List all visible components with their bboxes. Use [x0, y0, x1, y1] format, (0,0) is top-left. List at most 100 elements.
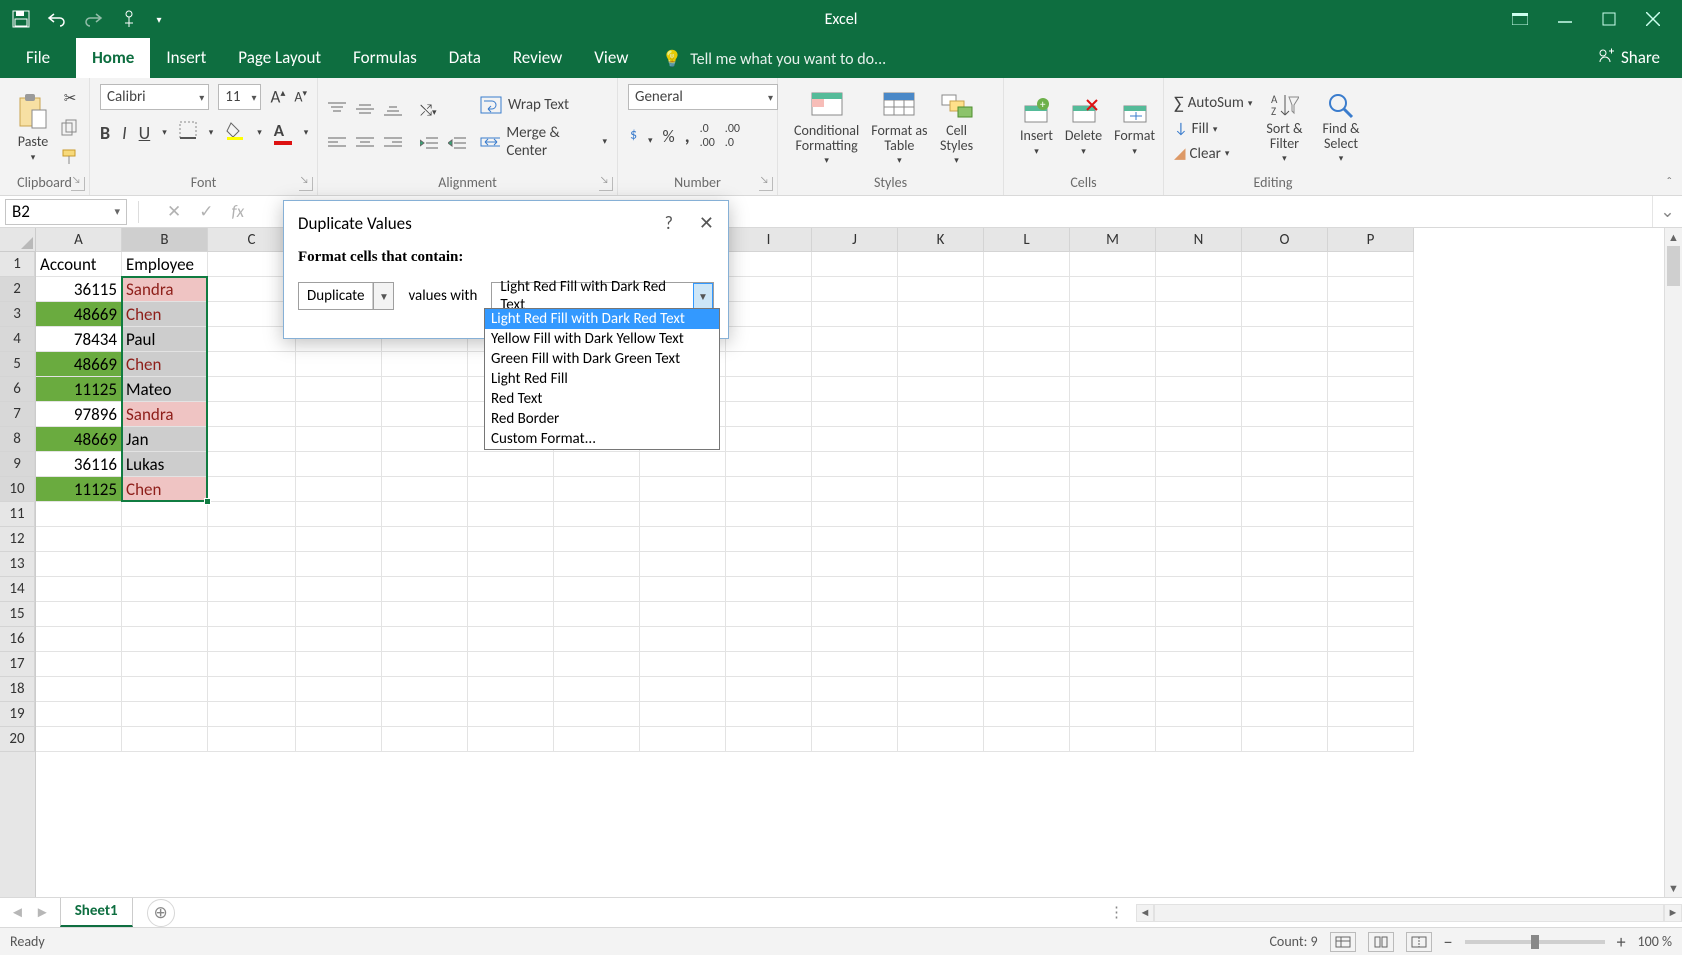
cell-K16[interactable]	[898, 627, 984, 652]
cell-A12[interactable]	[36, 527, 122, 552]
dropdown-option[interactable]: Custom Format...	[485, 429, 719, 449]
cell-G12[interactable]	[554, 527, 640, 552]
cell-D7[interactable]	[296, 402, 382, 427]
cell-K18[interactable]	[898, 677, 984, 702]
row-header-1[interactable]: 1	[0, 252, 35, 277]
qat-customize-icon[interactable]: ▾	[154, 8, 164, 30]
cell-N12[interactable]	[1156, 527, 1242, 552]
cell-M9[interactable]	[1070, 452, 1156, 477]
cell-J3[interactable]	[812, 302, 898, 327]
cell-J8[interactable]	[812, 427, 898, 452]
horizontal-scrollbar[interactable]: ◄ ►	[1136, 898, 1682, 927]
cell-M6[interactable]	[1070, 377, 1156, 402]
cell-N17[interactable]	[1156, 652, 1242, 677]
align-middle-icon[interactable]	[356, 101, 374, 122]
vertical-scrollbar[interactable]: ▲ ▼	[1664, 228, 1682, 897]
cell-B4[interactable]: Paul	[122, 327, 208, 352]
tab-home[interactable]: Home	[76, 38, 150, 78]
cell-M7[interactable]	[1070, 402, 1156, 427]
cell-L18[interactable]	[984, 677, 1070, 702]
cell-K6[interactable]	[898, 377, 984, 402]
row-header-19[interactable]: 19	[0, 702, 35, 727]
cell-K2[interactable]	[898, 277, 984, 302]
cell-N5[interactable]	[1156, 352, 1242, 377]
cell-N2[interactable]	[1156, 277, 1242, 302]
cell-I7[interactable]	[726, 402, 812, 427]
tab-insert[interactable]: Insert	[150, 38, 222, 78]
align-bottom-icon[interactable]	[384, 101, 402, 122]
cell-G9[interactable]	[554, 452, 640, 477]
cell-G16[interactable]	[554, 627, 640, 652]
cell-G13[interactable]	[554, 552, 640, 577]
cell-N20[interactable]	[1156, 727, 1242, 752]
cell-A10[interactable]: 11125	[36, 477, 122, 502]
row-header-9[interactable]: 9	[0, 452, 35, 477]
cell-E6[interactable]	[382, 377, 468, 402]
scroll-down-icon[interactable]: ▼	[1665, 879, 1682, 897]
maximize-icon[interactable]	[1602, 12, 1616, 26]
italic-button[interactable]: I	[122, 122, 127, 144]
cell-K20[interactable]	[898, 727, 984, 752]
cell-F18[interactable]	[468, 677, 554, 702]
cell-K7[interactable]	[898, 402, 984, 427]
cell-C18[interactable]	[208, 677, 296, 702]
row-header-11[interactable]: 11	[0, 502, 35, 527]
cell-O7[interactable]	[1242, 402, 1328, 427]
row-header-2[interactable]: 2	[0, 277, 35, 302]
cell-H12[interactable]	[640, 527, 726, 552]
cell-O8[interactable]	[1242, 427, 1328, 452]
find-select-button[interactable]: Find & Select▾	[1317, 87, 1366, 169]
paste-button[interactable]: Paste ▾	[10, 87, 56, 169]
cell-J20[interactable]	[812, 727, 898, 752]
cell-O11[interactable]	[1242, 502, 1328, 527]
dropdown-option[interactable]: Red Border	[485, 409, 719, 429]
font-launcher[interactable]	[299, 177, 313, 191]
cell-M4[interactable]	[1070, 327, 1156, 352]
cell-F19[interactable]	[468, 702, 554, 727]
cell-K14[interactable]	[898, 577, 984, 602]
cell-J17[interactable]	[812, 652, 898, 677]
cell-styles-button[interactable]: Cell Styles▾	[934, 87, 980, 169]
cell-L16[interactable]	[984, 627, 1070, 652]
cell-K15[interactable]	[898, 602, 984, 627]
cell-L14[interactable]	[984, 577, 1070, 602]
fill-color-icon[interactable]	[225, 120, 245, 145]
decrease-indent-icon[interactable]	[420, 136, 438, 155]
cell-C20[interactable]	[208, 727, 296, 752]
dialog-close-icon[interactable]: ✕	[699, 212, 714, 234]
cell-N10[interactable]	[1156, 477, 1242, 502]
cell-E10[interactable]	[382, 477, 468, 502]
cell-A3[interactable]: 48669	[36, 302, 122, 327]
row-header-16[interactable]: 16	[0, 627, 35, 652]
clear-button[interactable]: ◢Clear▾	[1174, 144, 1252, 163]
format-style-select[interactable]: Light Red Fill with Dark Red Text ▼	[491, 282, 714, 310]
cell-K13[interactable]	[898, 552, 984, 577]
cell-F10[interactable]	[468, 477, 554, 502]
cell-N6[interactable]	[1156, 377, 1242, 402]
cell-B18[interactable]	[122, 677, 208, 702]
cell-G17[interactable]	[554, 652, 640, 677]
cell-N4[interactable]	[1156, 327, 1242, 352]
cell-G11[interactable]	[554, 502, 640, 527]
zoom-out-button[interactable]: −	[1444, 931, 1453, 953]
format-painter-icon[interactable]	[60, 147, 80, 167]
cell-F16[interactable]	[468, 627, 554, 652]
cell-N15[interactable]	[1156, 602, 1242, 627]
cell-B14[interactable]	[122, 577, 208, 602]
cell-I17[interactable]	[726, 652, 812, 677]
cell-O6[interactable]	[1242, 377, 1328, 402]
cell-O13[interactable]	[1242, 552, 1328, 577]
cell-M19[interactable]	[1070, 702, 1156, 727]
cell-A14[interactable]	[36, 577, 122, 602]
cell-D10[interactable]	[296, 477, 382, 502]
row-header-13[interactable]: 13	[0, 552, 35, 577]
cell-I12[interactable]	[726, 527, 812, 552]
cell-E7[interactable]	[382, 402, 468, 427]
cells-area[interactable]: AccountEmployee36115Sandra48669Chen78434…	[36, 252, 1664, 897]
cell-E18[interactable]	[382, 677, 468, 702]
cell-P7[interactable]	[1328, 402, 1414, 427]
scroll-up-icon[interactable]: ▲	[1665, 228, 1682, 246]
cell-D12[interactable]	[296, 527, 382, 552]
col-header-B[interactable]: B	[122, 228, 208, 252]
fill-button[interactable]: ↓Fill▾	[1174, 120, 1252, 138]
